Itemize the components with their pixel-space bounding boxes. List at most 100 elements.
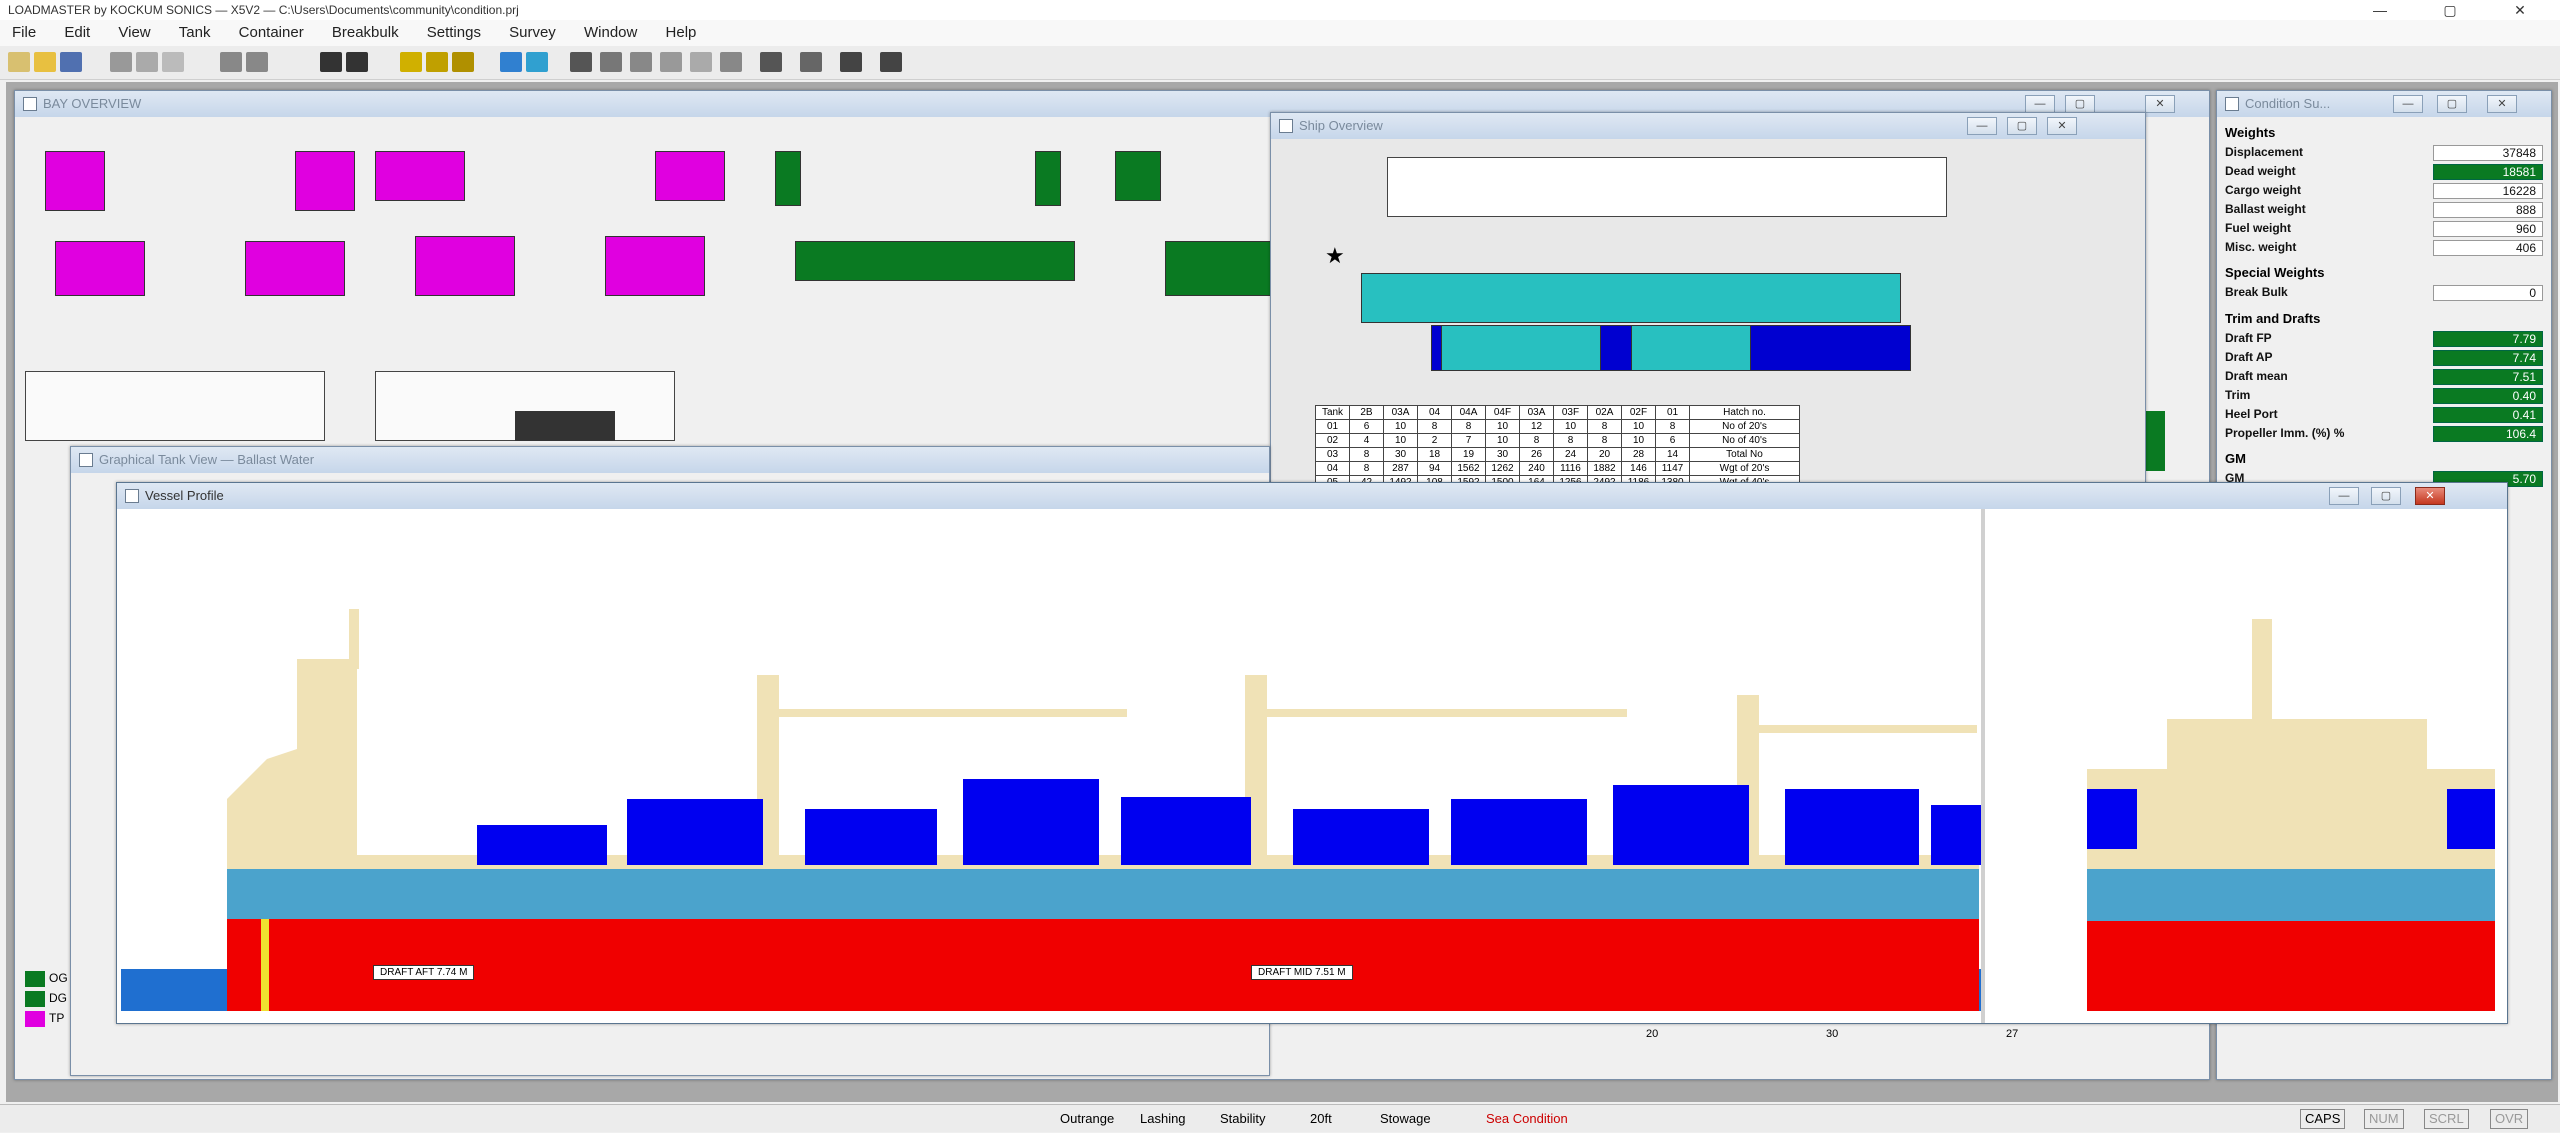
row-label: Trim (2225, 388, 2251, 402)
bay-block[interactable] (25, 371, 325, 441)
container-stack[interactable] (1613, 785, 1749, 865)
menu-help[interactable]: Help (666, 24, 697, 41)
tank-title-bar[interactable]: Graphical Tank View — Ballast Water (71, 447, 1269, 473)
bay-block[interactable] (375, 151, 465, 201)
container-stack[interactable] (805, 809, 937, 865)
calc-icon[interactable] (760, 52, 782, 72)
bay-block[interactable] (515, 411, 615, 441)
profile-close-button[interactable]: ✕ (2415, 487, 2445, 505)
link-icon[interactable] (320, 52, 342, 72)
menu-survey[interactable]: Survey (509, 24, 556, 41)
hold-containers[interactable] (1631, 325, 1751, 371)
menu-file[interactable]: File (12, 24, 36, 41)
table-cell: 03 (1315, 447, 1350, 462)
strength-icon[interactable] (660, 52, 682, 72)
container-stack[interactable] (1931, 805, 1981, 865)
container-icon[interactable] (426, 52, 448, 72)
print-icon[interactable] (720, 52, 742, 72)
bay-block[interactable] (795, 241, 1075, 281)
menu-window[interactable]: Window (584, 24, 637, 41)
table-cell: 94 (1417, 461, 1452, 476)
redo-icon[interactable] (246, 52, 268, 72)
deck-containers[interactable] (1361, 273, 1901, 323)
open-icon[interactable] (34, 52, 56, 72)
close-button[interactable]: ✕ (2500, 0, 2540, 20)
bay-icon[interactable] (526, 52, 548, 72)
container-stack[interactable] (1121, 797, 1251, 865)
container-stack[interactable] (627, 799, 763, 865)
maximize-button[interactable]: ▢ (2430, 0, 2470, 20)
cond-minimize-button[interactable]: — (2393, 95, 2423, 113)
profile-title-bar[interactable]: Vessel Profile — ▢ ✕ (117, 483, 2507, 509)
copy-icon[interactable] (136, 52, 158, 72)
save-icon[interactable] (60, 52, 82, 72)
report-icon[interactable] (690, 52, 712, 72)
status-caps: CAPS (2300, 1109, 2346, 1129)
front-containers[interactable] (2447, 789, 2495, 849)
menu-edit[interactable]: Edit (64, 24, 90, 41)
condition-row: Heel Port 0.41 (2225, 407, 2543, 424)
bay-minimize-button[interactable]: — (2025, 95, 2055, 113)
menu-settings[interactable]: Settings (427, 24, 481, 41)
row-value: 7.51 (2433, 369, 2543, 385)
profile-minimize-button[interactable]: — (2329, 487, 2359, 505)
table-cell: 10 (1621, 433, 1656, 448)
container-stack[interactable] (1293, 809, 1429, 865)
table-cell: 10 (1553, 419, 1588, 434)
bay-block[interactable] (1035, 151, 1061, 206)
menu-container[interactable]: Container (239, 24, 304, 41)
ship-overview-window[interactable]: Ship Overview — ▢ ✕ ★ Tank 2B 03A 04 04A… (1270, 112, 2146, 522)
bay-block[interactable] (295, 151, 355, 211)
breakbulk-icon[interactable] (452, 52, 474, 72)
bay-block[interactable] (245, 241, 345, 296)
container-stack[interactable] (1451, 799, 1587, 865)
container-stack[interactable] (1785, 789, 1919, 865)
paste-icon[interactable] (162, 52, 184, 72)
unlink-icon[interactable] (346, 52, 368, 72)
window-icon (79, 453, 93, 467)
minimize-button[interactable]: — (2360, 0, 2400, 20)
container-stack[interactable] (963, 779, 1099, 865)
menu-breakbulk[interactable]: Breakbulk (332, 24, 399, 41)
new-icon[interactable] (8, 52, 30, 72)
bay-block[interactable] (605, 236, 705, 296)
container-stack[interactable] (477, 825, 607, 865)
menu-view[interactable]: View (118, 24, 150, 41)
vessel-profile-window[interactable]: Vessel Profile — ▢ ✕ DRAFT AFT 7.74 M DR… (116, 482, 2508, 1024)
cond-close-button[interactable]: ✕ (2487, 95, 2517, 113)
bay-block[interactable] (1115, 151, 1161, 201)
bay-block[interactable] (55, 241, 145, 296)
bay-block[interactable] (775, 151, 801, 206)
ship-icon[interactable] (500, 52, 522, 72)
bay-block[interactable] (1165, 241, 1285, 296)
ship-close-button[interactable]: ✕ (2047, 117, 2077, 135)
bay-block[interactable] (415, 236, 515, 296)
ship-maximize-button[interactable]: ▢ (2007, 117, 2037, 135)
special-header: Special Weights (2225, 265, 2325, 280)
bay-maximize-button[interactable]: ▢ (2065, 95, 2095, 113)
condition-title-bar[interactable]: Condition Su... — ▢ ✕ (2217, 91, 2551, 117)
zoom-icon[interactable] (840, 52, 862, 72)
settings-icon[interactable] (800, 52, 822, 72)
profile-maximize-button[interactable]: ▢ (2371, 487, 2401, 505)
bay-block[interactable] (2145, 411, 2165, 471)
cond-maximize-button[interactable]: ▢ (2437, 95, 2467, 113)
menu-tank[interactable]: Tank (179, 24, 211, 41)
hold-containers[interactable] (1441, 325, 1601, 371)
cut-icon[interactable] (110, 52, 132, 72)
front-deck (2087, 855, 2495, 869)
tank-icon[interactable] (400, 52, 422, 72)
row-value: 106.4 (2433, 426, 2543, 442)
lashing-icon[interactable] (600, 52, 622, 72)
bay-close-button[interactable]: ✕ (2145, 95, 2175, 113)
front-hull (2087, 921, 2495, 1011)
bay-block[interactable] (655, 151, 725, 201)
crane-icon[interactable] (570, 52, 592, 72)
ship-overview-title-bar[interactable]: Ship Overview — ▢ ✕ (1271, 113, 2145, 139)
bay-block[interactable] (45, 151, 105, 211)
stability-icon[interactable] (630, 52, 652, 72)
ship-minimize-button[interactable]: — (1967, 117, 1997, 135)
help-icon[interactable] (880, 52, 902, 72)
front-containers[interactable] (2087, 789, 2137, 849)
undo-icon[interactable] (220, 52, 242, 72)
